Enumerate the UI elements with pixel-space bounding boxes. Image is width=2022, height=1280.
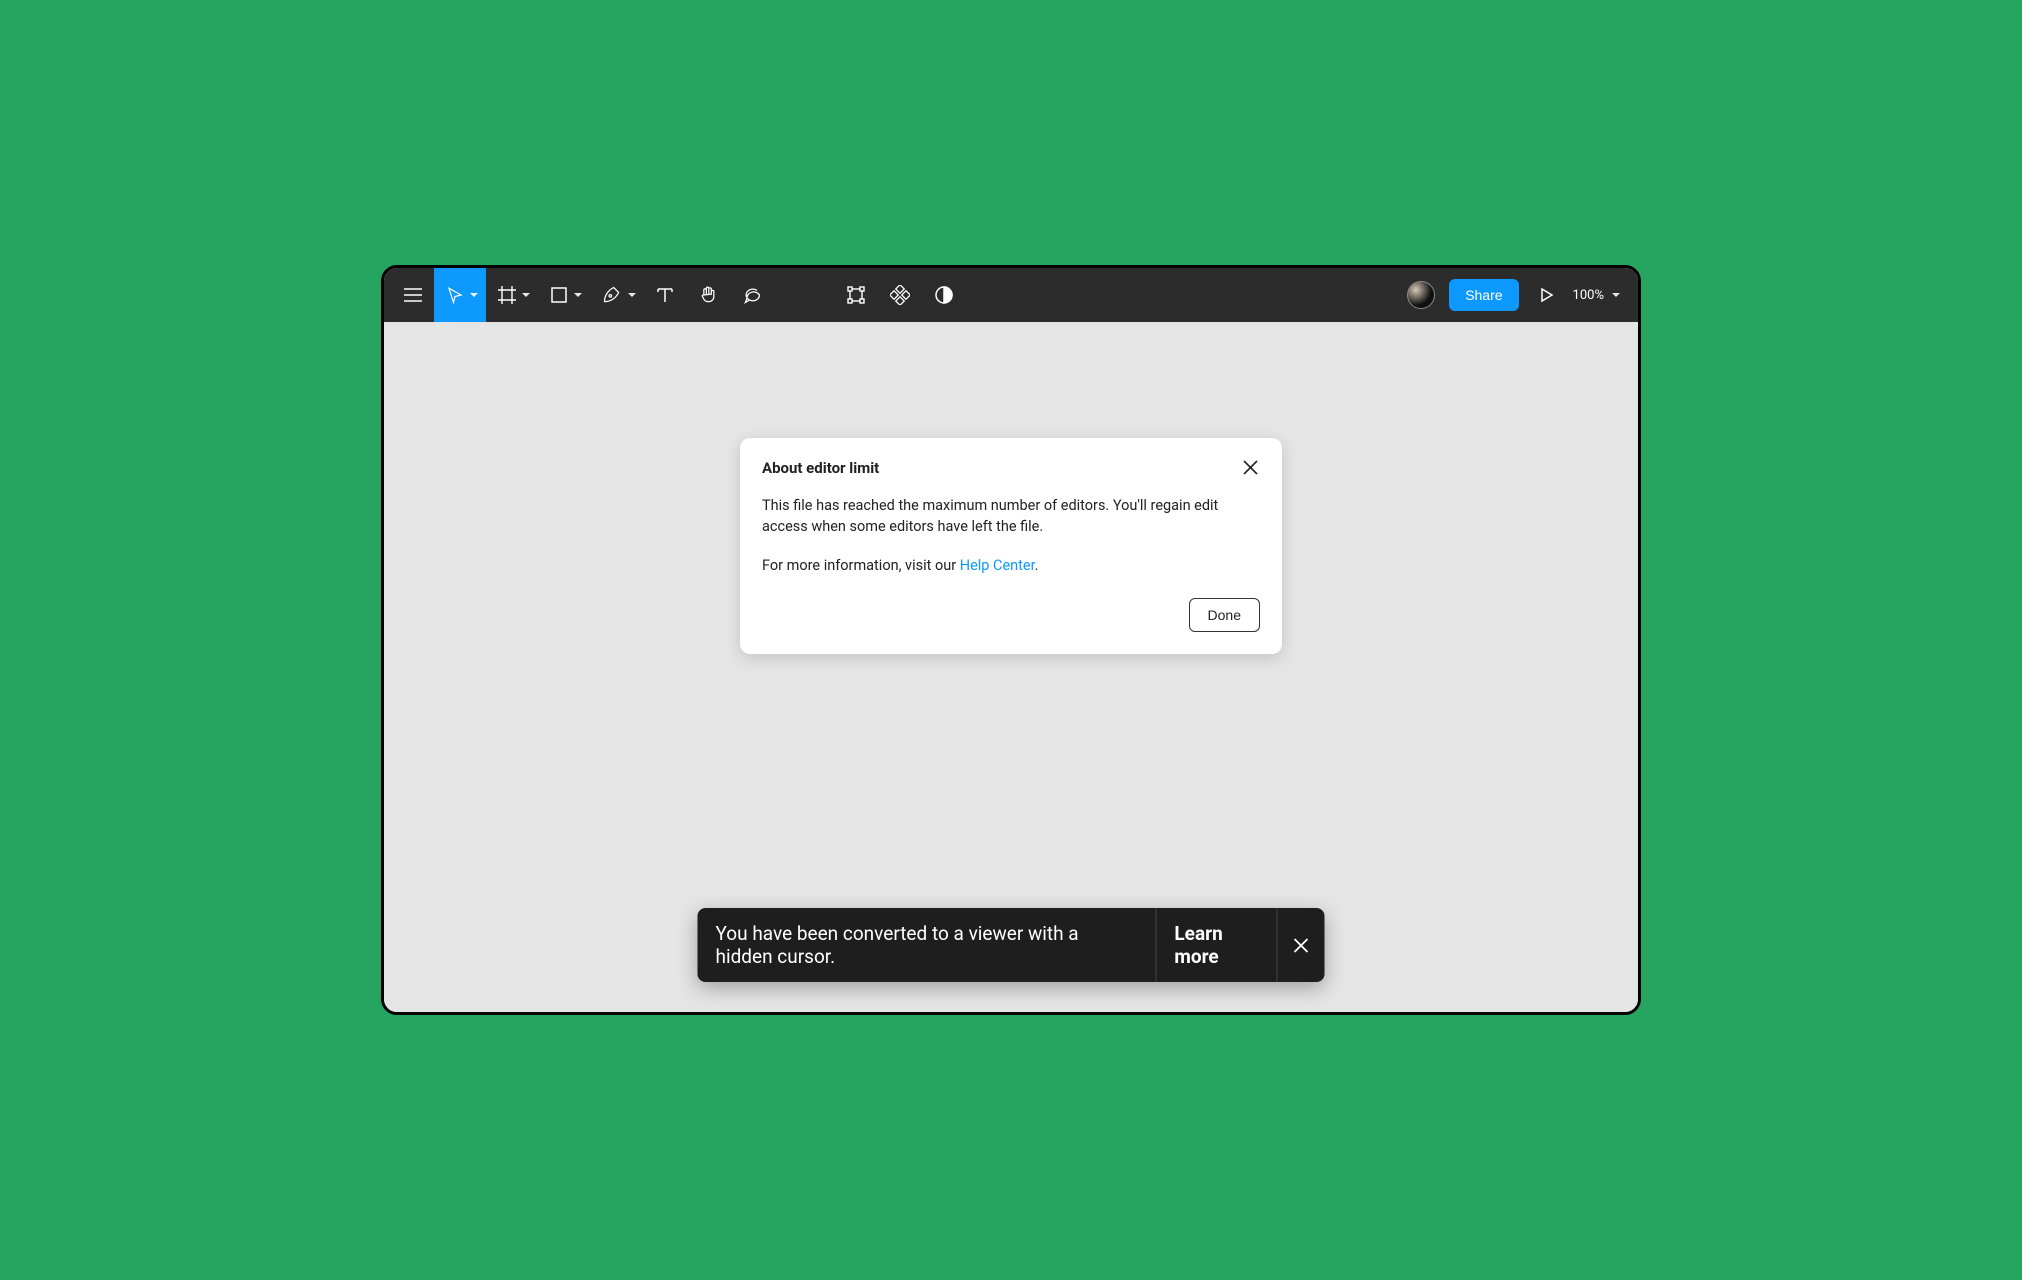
modal-body-text-1: This file has reached the maximum number… bbox=[762, 495, 1260, 537]
user-avatar[interactable] bbox=[1407, 281, 1435, 309]
hand-icon bbox=[698, 285, 718, 305]
cursor-icon bbox=[446, 286, 464, 304]
chevron-down-icon bbox=[574, 293, 582, 297]
chevron-down-icon bbox=[628, 293, 636, 297]
chevron-down-icon bbox=[470, 293, 478, 297]
pen-tool-button[interactable] bbox=[590, 268, 644, 322]
components-tool-button[interactable] bbox=[878, 268, 922, 322]
text-icon bbox=[656, 286, 674, 304]
modal-body-text-2: For more information, visit our Help Cen… bbox=[762, 555, 1260, 576]
comment-tool-button[interactable] bbox=[730, 268, 774, 322]
help-center-link[interactable]: Help Center bbox=[960, 557, 1035, 574]
zoom-value: 100% bbox=[1573, 288, 1604, 303]
chevron-down-icon bbox=[1612, 293, 1620, 297]
modal-title: About editor limit bbox=[762, 459, 879, 477]
mask-tool-button[interactable] bbox=[922, 268, 966, 322]
comment-icon bbox=[742, 285, 762, 305]
close-icon bbox=[1243, 460, 1258, 475]
close-icon bbox=[1293, 938, 1308, 953]
text-tool-button[interactable] bbox=[644, 268, 686, 322]
menu-icon bbox=[404, 288, 422, 302]
bounding-box-tool-button[interactable] bbox=[834, 268, 878, 322]
bounding-box-icon bbox=[846, 285, 866, 305]
main-menu-button[interactable] bbox=[392, 268, 434, 322]
frame-icon bbox=[498, 286, 516, 304]
pen-icon bbox=[602, 285, 622, 305]
half-circle-icon bbox=[934, 285, 954, 305]
move-tool-button[interactable] bbox=[434, 268, 486, 322]
editor-limit-modal: About editor limit This file has reached… bbox=[740, 438, 1282, 654]
hand-tool-button[interactable] bbox=[686, 268, 730, 322]
zoom-control[interactable]: 100% bbox=[1567, 288, 1630, 303]
modal-close-button[interactable] bbox=[1241, 458, 1260, 477]
viewer-toast: You have been converted to a viewer with… bbox=[698, 908, 1325, 982]
toast-close-button[interactable] bbox=[1277, 908, 1324, 982]
diamond-grid-icon bbox=[890, 285, 910, 305]
shape-tool-button[interactable] bbox=[538, 268, 590, 322]
app-window: Share 100% About editor limit Thi bbox=[381, 265, 1641, 1015]
modal-body: This file has reached the maximum number… bbox=[762, 495, 1260, 576]
toast-learn-more-button[interactable]: Learn more bbox=[1156, 908, 1276, 982]
share-button[interactable]: Share bbox=[1449, 279, 1518, 311]
done-button[interactable]: Done bbox=[1189, 598, 1260, 632]
chevron-down-icon bbox=[522, 293, 530, 297]
frame-tool-button[interactable] bbox=[486, 268, 538, 322]
toolbar: Share 100% bbox=[384, 268, 1638, 322]
toast-message: You have been converted to a viewer with… bbox=[698, 908, 1156, 982]
square-icon bbox=[550, 286, 568, 304]
play-icon bbox=[1539, 287, 1555, 303]
canvas-area[interactable]: About editor limit This file has reached… bbox=[384, 322, 1638, 1012]
present-button[interactable] bbox=[1527, 268, 1567, 322]
